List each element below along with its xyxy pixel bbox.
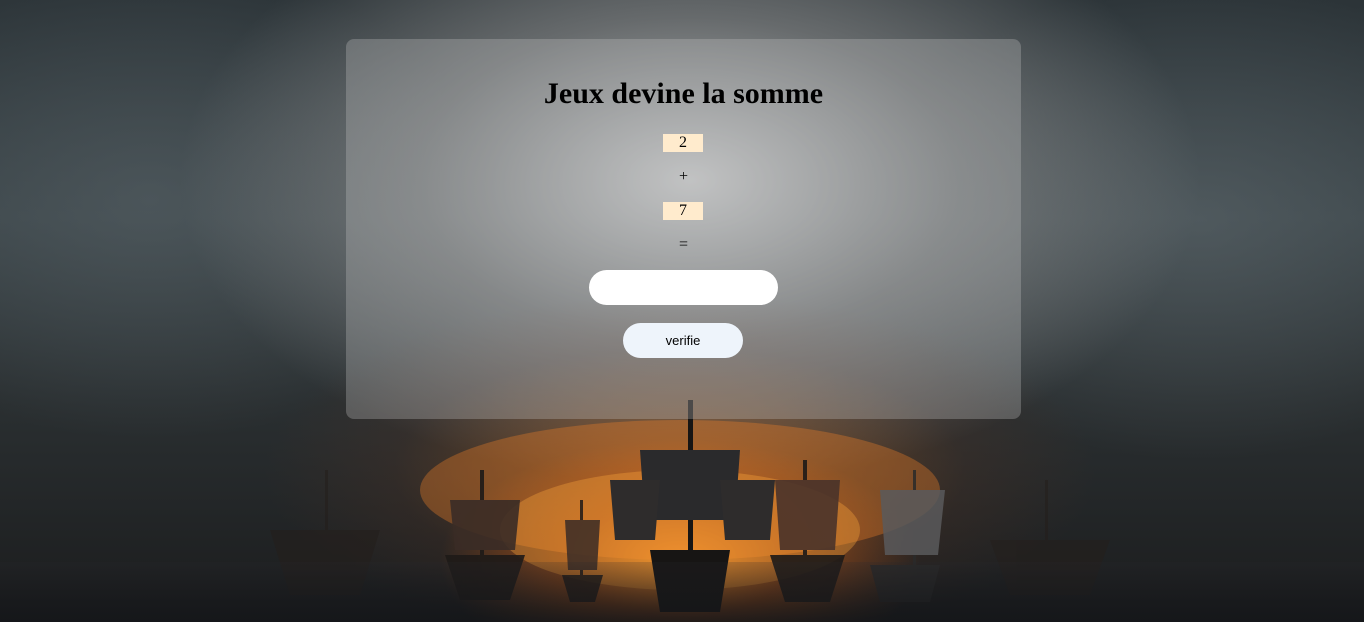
verify-button[interactable]: verifie bbox=[623, 323, 743, 358]
second-number-display: 7 bbox=[663, 202, 703, 220]
plus-operator: + bbox=[678, 168, 689, 185]
page-title: Jeux devine la somme bbox=[543, 77, 824, 110]
equals-sign: = bbox=[678, 236, 689, 253]
game-panel: Jeux devine la somme 2 + 7 = verifie bbox=[346, 39, 1021, 419]
first-number-display: 2 bbox=[663, 134, 703, 152]
sea-foreground bbox=[0, 562, 1364, 622]
answer-input[interactable] bbox=[589, 270, 778, 305]
